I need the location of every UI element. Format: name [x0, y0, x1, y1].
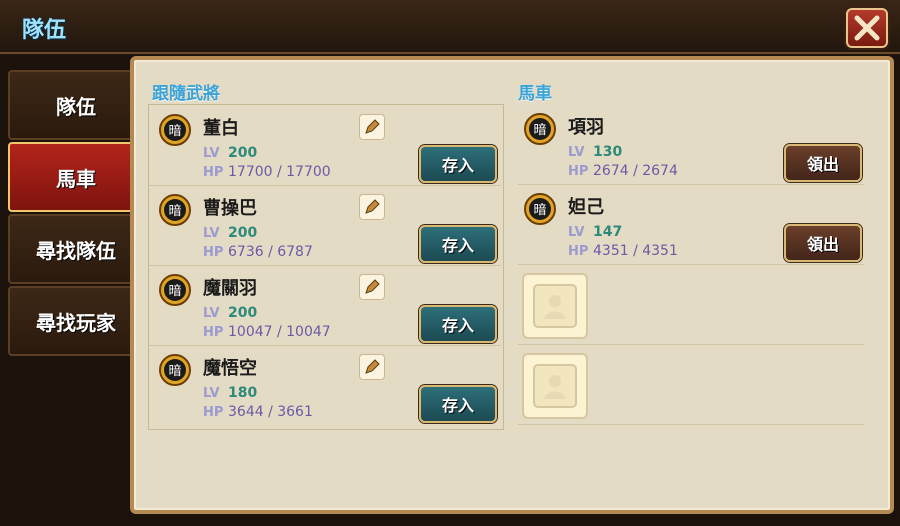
lv-label: LV [568, 225, 585, 240]
hp-label: HP [568, 164, 589, 179]
lv-value: 200 [228, 225, 258, 241]
follow-row: 暗 曹操巴 LV 200 HP 6736 / 6787 存入 [149, 185, 501, 266]
dark-element-icon: 暗 [159, 274, 191, 306]
hp-value: 2674 / 2674 [593, 163, 678, 179]
deposit-button[interactable]: 存入 [419, 145, 497, 183]
hero-name: 魔悟空 [203, 358, 257, 379]
title-bar: 隊伍 [0, 0, 900, 54]
lv-value: 147 [593, 224, 623, 240]
hp-value: 4351 / 4351 [593, 243, 678, 259]
lv-label: LV [203, 386, 220, 401]
edit-button[interactable] [359, 114, 385, 140]
svg-text:暗: 暗 [168, 284, 181, 299]
empty-slot[interactable] [522, 273, 588, 339]
carriage-empty-row [518, 344, 864, 425]
edit-button[interactable] [359, 274, 385, 300]
close-icon [854, 15, 880, 41]
withdraw-button[interactable]: 領出 [784, 144, 862, 182]
hp-value: 10047 / 10047 [228, 324, 331, 340]
hp-label: HP [203, 245, 224, 260]
follow-row: 暗 董白 LV 200 HP 17700 / 17700 存入 [149, 105, 501, 186]
lv-value: 180 [228, 385, 258, 401]
hero-name: 項羽 [568, 117, 604, 138]
lv-label: LV [203, 146, 220, 161]
dark-element-icon: 暗 [159, 114, 191, 146]
empty-slot[interactable] [522, 353, 588, 419]
carriage-section-title: 馬車 [518, 84, 552, 104]
hp-value: 6736 / 6787 [228, 244, 313, 260]
hp-label: HP [203, 325, 224, 340]
pencil-icon [365, 199, 380, 214]
tab-find-team[interactable]: 尋找隊伍 [8, 214, 144, 284]
tab-carriage[interactable]: 馬車 [8, 142, 144, 212]
lv-value: 200 [228, 305, 258, 321]
follow-section-title: 跟隨武將 [152, 84, 220, 104]
edit-button[interactable] [359, 194, 385, 220]
lv-label: LV [203, 306, 220, 321]
pencil-icon [365, 119, 380, 134]
deposit-button[interactable]: 存入 [419, 305, 497, 343]
hp-label: HP [568, 244, 589, 259]
pencil-icon [365, 359, 380, 374]
svg-text:暗: 暗 [168, 204, 181, 219]
hp-value: 17700 / 17700 [228, 164, 331, 180]
dark-element-icon: 暗 [524, 193, 556, 225]
hero-name: 董白 [203, 118, 239, 139]
empty-slot-icon [533, 364, 577, 408]
svg-text:暗: 暗 [168, 364, 181, 379]
deposit-button[interactable]: 存入 [419, 225, 497, 263]
dark-element-icon: 暗 [524, 113, 556, 145]
deposit-button[interactable]: 存入 [419, 385, 497, 423]
follow-list: 暗 董白 LV 200 HP 17700 / 17700 存入 暗 曹操巴 LV… [148, 104, 504, 430]
hero-name: 曹操巴 [203, 198, 257, 219]
hero-name: 魔關羽 [203, 278, 257, 299]
dark-element-icon: 暗 [159, 354, 191, 386]
empty-slot-icon [533, 284, 577, 328]
svg-text:暗: 暗 [168, 124, 181, 139]
lv-label: LV [203, 226, 220, 241]
carriage-row: 暗 妲己 LV 147 HP 4351 / 4351 領出 [518, 184, 864, 265]
follow-row: 暗 魔關羽 LV 200 HP 10047 / 10047 存入 [149, 265, 501, 346]
lv-label: LV [568, 145, 585, 160]
hp-label: HP [203, 405, 224, 420]
hp-label: HP [203, 165, 224, 180]
follow-row: 暗 魔悟空 LV 180 HP 3644 / 3661 存入 [149, 345, 501, 425]
carriage-row: 暗 項羽 LV 130 HP 2674 / 2674 領出 [518, 104, 864, 185]
dark-element-icon: 暗 [159, 194, 191, 226]
svg-text:暗: 暗 [533, 203, 546, 218]
lv-value: 200 [228, 145, 258, 161]
edit-button[interactable] [359, 354, 385, 380]
pencil-icon [365, 279, 380, 294]
close-button[interactable] [846, 8, 888, 48]
carriage-empty-row [518, 264, 864, 345]
hp-value: 3644 / 3661 [228, 404, 313, 420]
withdraw-button[interactable]: 領出 [784, 224, 862, 262]
hero-name: 妲己 [568, 197, 604, 218]
lv-value: 130 [593, 144, 623, 160]
svg-text:暗: 暗 [533, 123, 546, 138]
tab-find-player[interactable]: 尋找玩家 [8, 286, 144, 356]
window-title: 隊伍 [22, 18, 67, 43]
tab-team[interactable]: 隊伍 [8, 70, 144, 140]
